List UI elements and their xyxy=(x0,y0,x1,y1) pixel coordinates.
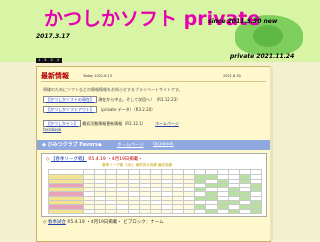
news-item-link[interactable]: 【かつしかソフトの現在】 xyxy=(43,96,97,103)
table-cell xyxy=(149,208,162,215)
table-cell xyxy=(216,208,229,215)
table-cell xyxy=(171,208,185,215)
bullet: ◇ xyxy=(46,157,50,162)
standings-subtitle: 春季リーグ戦 【本】 最終的な成績 最終成績 xyxy=(102,163,172,167)
table-cell xyxy=(94,208,107,215)
intro-text: 明確のためにソフトなどの情報情報をお知らせするプライベートサイトです。 xyxy=(43,87,183,92)
table-cell xyxy=(205,208,218,215)
league-link[interactable]: 【春季リーグ戦】 xyxy=(51,157,87,162)
site-header: かつしかソフト private since 2011.3.30 new 2017… xyxy=(0,0,320,67)
homepage-link[interactable]: ホームページ xyxy=(155,121,179,126)
news-item: 【かつしかソフトアウト】 （private データ）（R3.2.20） xyxy=(43,106,156,113)
table-cell xyxy=(116,208,129,215)
next-link[interactable]: 春季試合 xyxy=(48,220,66,225)
standings-box: ◇ 【春季リーグ戦】 R5.4.19 ・4月19日掲載・ 春季リーグ戦 【本】 … xyxy=(41,153,267,217)
news-item-link[interactable]: 【かつしかソフトアウト】 xyxy=(43,106,97,113)
news-facebook-row: facebook xyxy=(43,127,61,132)
facebook-link[interactable]: facebook xyxy=(43,127,61,132)
table-cell xyxy=(249,208,263,215)
table-cell xyxy=(238,208,251,215)
table-cell xyxy=(160,208,174,215)
standings-table xyxy=(48,168,263,215)
standings-date: R5.4.19 ・4月19日掲載・ xyxy=(88,157,143,162)
standings-heading: ◇ 【春季リーグ戦】 R5.4.19 ・4月19日掲載・ xyxy=(46,156,143,162)
news-title: 最新情報 xyxy=(41,72,69,80)
today-date: Today 2021.6.13 xyxy=(83,74,113,78)
team-cell xyxy=(48,208,84,215)
since-text: since 2011.3.30 new xyxy=(208,18,278,25)
scrollbar[interactable] xyxy=(270,66,273,240)
favorites-facebook-link[interactable]: facebook xyxy=(153,142,174,147)
news-item-text: （private データ）（R3.2.20） xyxy=(97,107,156,112)
next-text: R5.4.19 ・4月19日掲載・ ビブロック：ナーム xyxy=(67,220,164,225)
table-cell xyxy=(227,208,240,215)
access-counter: 1 5 3 4 4 0 xyxy=(36,58,62,67)
bullet: ◇ xyxy=(43,220,47,225)
table-cell xyxy=(138,208,151,215)
table-cell xyxy=(194,208,207,215)
table-cell xyxy=(127,208,140,215)
private-date: private 2021.11.24 xyxy=(230,53,295,60)
favorites-home-link[interactable]: ホームページ xyxy=(117,142,144,148)
table-row xyxy=(48,208,263,215)
table-cell xyxy=(105,208,118,215)
news-item-link[interactable]: 【かつしかテン】 xyxy=(43,120,81,127)
news-item-text: 現在から中止。そして次回へ！（R3.12.23） xyxy=(97,97,181,102)
table-cell xyxy=(82,208,96,215)
favorites-bar: ◆ ひみつクラブ Favors◆ ホームページ facebook xyxy=(37,140,270,150)
table-cell xyxy=(183,208,196,215)
news-item: 【かつしかテン】 最初活動情報更新情報（R3.12.1） ホームページ xyxy=(43,120,179,127)
next-item: ◇ 春季試合 R5.4.19 ・4月19日掲載・ ビブロック：ナーム xyxy=(43,219,164,225)
news-panel: 最新情報 Today 2021.6.13 2021.6.30 明確のためにソフト… xyxy=(36,66,271,242)
divider xyxy=(41,81,266,82)
news-item-text: 最初活動情報更新情報（R3.12.1） xyxy=(81,121,146,126)
favorites-title: ◆ ひみつクラブ Favors◆ xyxy=(42,142,102,148)
news-item: 【かつしかソフトの現在】 現在から中止。そして次回へ！（R3.12.23） xyxy=(43,96,181,103)
new-date: 2017.3.17 xyxy=(36,33,70,40)
update-date: 2021.6.30 xyxy=(223,74,241,78)
